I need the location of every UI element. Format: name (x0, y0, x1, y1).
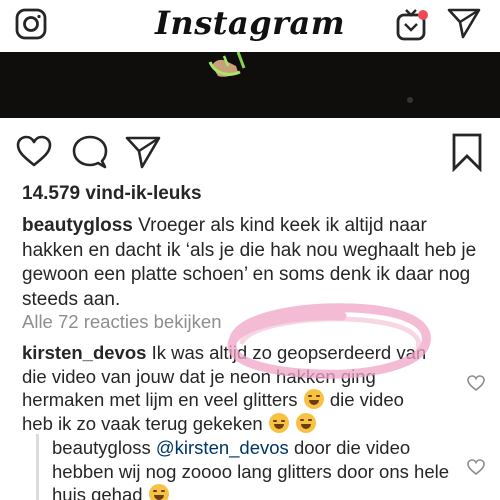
post-image-content (0, 52, 500, 118)
post-image[interactable] (0, 52, 500, 118)
direct-send-icon[interactable] (446, 6, 482, 40)
bookmark-save-icon[interactable] (450, 132, 484, 172)
igtv-icon[interactable] (392, 4, 432, 44)
tears-of-joy-emoji-icon (148, 484, 169, 500)
post-caption: beautygloss Vroeger als kind keek ik alt… (22, 214, 492, 312)
hugging-face-emoji-icon (268, 412, 289, 433)
view-all-comments-link[interactable]: Alle 72 reacties bekijken (22, 311, 222, 333)
reply-like-heart-icon[interactable] (466, 457, 486, 477)
notification-dot (418, 10, 428, 20)
reply-item: beautygloss @kirsten_devos door die vide… (52, 436, 452, 500)
reply-thread-line (36, 434, 39, 500)
comment-bubble-icon[interactable] (72, 134, 108, 170)
reply-username[interactable]: beautygloss (52, 437, 151, 458)
likes-count[interactable]: 14.579 vind-ik-leuks (22, 183, 202, 205)
like-heart-icon[interactable] (16, 134, 52, 170)
caption-username[interactable]: beautygloss (22, 215, 133, 236)
tears-of-joy-emoji-icon (295, 412, 316, 433)
share-send-icon[interactable] (125, 134, 161, 170)
reply-mention-link[interactable]: @kirsten_devos (156, 437, 289, 458)
comment-item: kirsten_devos Ik was altijd zo geopserde… (22, 341, 432, 435)
top-navigation-bar: Instagram (0, 0, 500, 52)
tears-of-joy-emoji-icon (303, 389, 324, 409)
post-action-bar (0, 118, 500, 184)
comment-username[interactable]: kirsten_devos (22, 342, 146, 363)
comment-like-heart-icon[interactable] (466, 373, 486, 393)
